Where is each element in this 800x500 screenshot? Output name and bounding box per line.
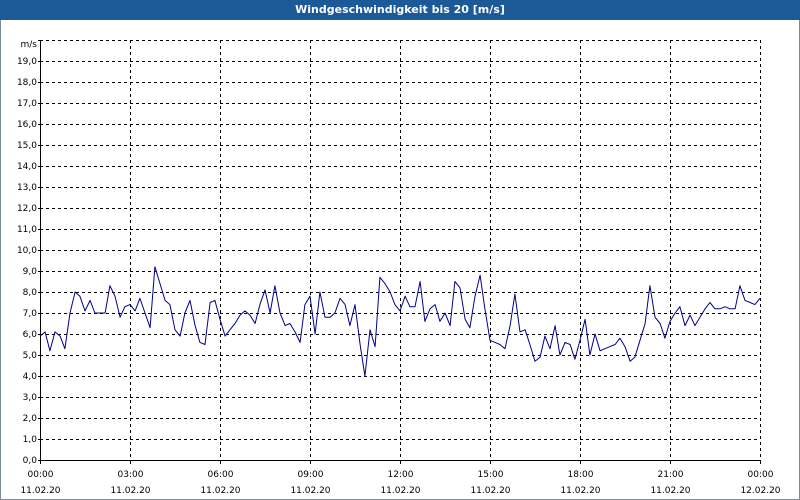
x-tick-date: 11.02.20 <box>560 486 600 496</box>
y-tick-label: 16,0 <box>17 120 37 130</box>
x-tick-date: 11.02.20 <box>200 486 240 496</box>
x-axis-ticks: 00:00 11.02.20 03:00 11.02.20 06:00 11.02.20 0… <box>20 470 780 496</box>
y-tick-label: 11,0 <box>17 225 37 235</box>
x-tick-time: 15:00 <box>478 470 504 480</box>
x-tick-date: 11.02.20 <box>650 486 690 496</box>
y-tick-label: 18,0 <box>17 78 37 88</box>
x-tick-time: 12:00 <box>388 470 414 480</box>
y-axis-label: m/s <box>21 40 38 50</box>
y-tick-label: 9,0 <box>23 267 38 277</box>
y-tick-label: 5,0 <box>23 351 38 361</box>
x-tick-date: 11.02.20 <box>290 486 330 496</box>
y-axis-ticks: 0,0 1,0 2,0 3,0 4,0 5,0 6,0 7,0 8,0 9,0 10,0 11,0 12… <box>17 57 37 466</box>
y-tick-label: 10,0 <box>17 246 37 256</box>
y-tick-label: 2,0 <box>23 414 38 424</box>
y-tick-label: 0,0 <box>23 456 38 466</box>
chart-grid <box>40 40 761 460</box>
y-tick-label: 19,0 <box>17 57 37 67</box>
x-tick-time: 21:00 <box>658 470 684 480</box>
x-tick-time: 06:00 <box>208 470 234 480</box>
y-tick-label: 7,0 <box>23 309 38 319</box>
x-tick-date: 11.02.20 <box>110 486 150 496</box>
y-tick-label: 17,0 <box>17 99 37 109</box>
y-tick-label: 6,0 <box>23 330 38 340</box>
x-tick-time: 18:00 <box>568 470 594 480</box>
y-tick-label: 3,0 <box>23 393 38 403</box>
y-tick-label: 12,0 <box>17 204 37 214</box>
y-tick-label: 4,0 <box>23 372 38 382</box>
x-tick-date: 11.02.20 <box>380 486 420 496</box>
x-tick-date: 12.02.20 <box>740 486 780 496</box>
y-tick-label: 1,0 <box>23 435 38 445</box>
y-tick-label: 8,0 <box>23 288 38 298</box>
x-tick-time: 03:00 <box>118 470 144 480</box>
y-tick-label: 15,0 <box>17 141 37 151</box>
line-chart: 0,0 1,0 2,0 3,0 4,0 5,0 6,0 7,0 8,0 9,0 10,0 11,0 12… <box>17 40 781 496</box>
x-tick-date: 11.02.20 <box>20 486 60 496</box>
x-tick-time: 00:00 <box>28 470 54 480</box>
y-tick-label: 14,0 <box>17 162 37 172</box>
x-tick-time: 09:00 <box>298 470 324 480</box>
x-tick-date: 11.02.20 <box>470 486 510 496</box>
x-tick-time: 00:00 <box>748 470 774 480</box>
y-tick-label: 13,0 <box>17 183 37 193</box>
